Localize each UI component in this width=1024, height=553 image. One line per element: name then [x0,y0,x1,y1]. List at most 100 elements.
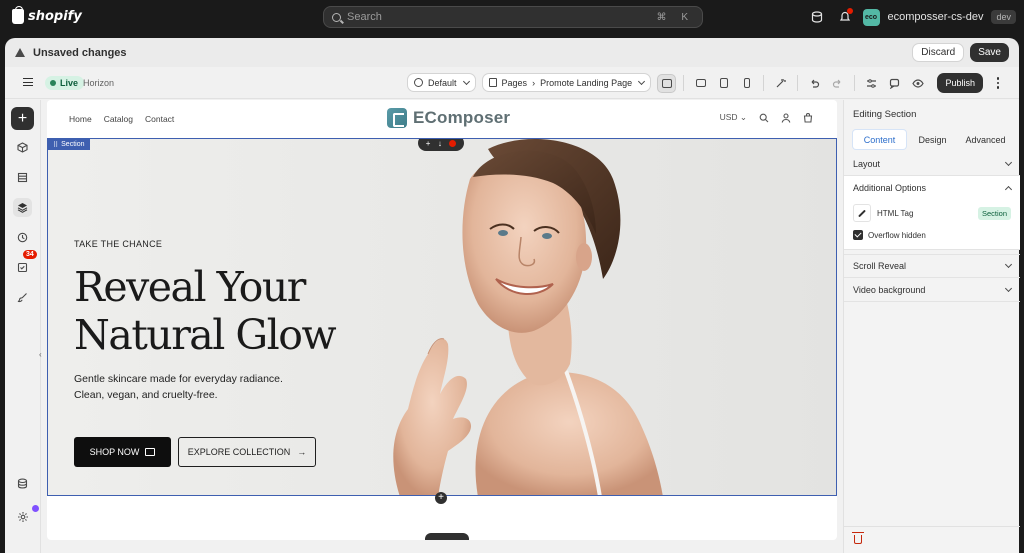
eye-icon [912,78,924,88]
html-tag-label: HTML Tag [877,208,914,218]
tab-design[interactable]: Design [906,130,959,149]
tablet-view-button[interactable] [714,74,733,93]
toolbar-divider [683,75,685,91]
wand-icon [777,78,787,87]
section-label-badge[interactable]: ⠿ Section [48,139,90,150]
page-name: Promote Landing Page [540,77,633,88]
unsaved-changes-bar: Unsaved changes Discard Save [5,38,1019,67]
save-button[interactable]: Save [970,43,1009,62]
html-tag-value[interactable]: Section [977,206,1011,220]
move-down-icon[interactable]: ↓ [438,139,442,148]
overflow-hidden-checkbox[interactable] [853,230,863,240]
hero-model-image [393,139,663,495]
page-select[interactable]: Pages › Promote Landing Page [481,73,652,92]
accordion-scroll-reveal[interactable]: Scroll Reveal [844,254,1020,278]
hero-section[interactable]: ⠿ Section + ↓ TAKE THE CHANCE Reveal You… [47,138,837,496]
layers-button[interactable] [13,198,32,217]
trash-icon[interactable] [852,532,864,544]
comments-button[interactable] [885,74,904,93]
settings-sliders-button[interactable] [862,74,881,93]
sliders-icon [867,78,877,88]
desktop-icon [695,79,706,87]
hero-headline: Reveal Your Natural Glow [74,263,337,359]
page-canvas[interactable]: Home Catalog Contact EComposer USD ⌄ ⠿ S… [47,100,837,540]
explore-collection-button[interactable]: EXPLORE COLLECTION → [178,437,316,467]
desktop-view-button[interactable] [691,74,710,93]
menu-icon[interactable] [23,78,33,86]
add-above-icon[interactable]: + [426,139,431,148]
store-avatar[interactable]: eco [862,8,880,26]
left-rail: + 34 ‹ [5,100,42,553]
search-icon[interactable] [759,113,769,123]
publish-button[interactable]: Publish [937,73,983,93]
shop-now-button[interactable]: SHOP NOW [74,437,171,467]
tab-content[interactable]: Content [853,130,906,149]
headline-line-2: Natural Glow [74,311,337,359]
shopify-topbar: shopify Search ⌘ K eco ecomposser-cs-dev… [0,0,1024,34]
bell-icon[interactable] [835,7,855,27]
shopify-wordmark: shopify [28,9,82,24]
history-button[interactable] [13,228,32,247]
tab-advanced[interactable]: Advanced [959,130,1012,149]
toolbar-center: Default Pages › Promote Landing Page [407,73,652,92]
global-search[interactable]: Search ⌘ K [323,6,703,28]
elements-button[interactable] [13,138,32,157]
locale-select[interactable]: Default [407,73,476,92]
settings-panel: Editing Section Content Design Advanced … [843,100,1020,553]
shopify-logo[interactable]: shopify [12,6,82,24]
store-stack-icon[interactable] [807,7,827,27]
accordion-additional-options-label: Additional Options [853,183,927,193]
shop-now-label: SHOP NOW [89,447,140,457]
chevron-down-icon [1004,284,1013,292]
headline-line-1: Reveal Your [74,263,306,311]
storage-button[interactable] [13,474,32,493]
tasks-button[interactable] [13,258,32,277]
shopify-bag-icon [12,6,24,24]
add-element-button[interactable]: + [11,107,34,130]
magic-tools-button[interactable] [771,74,790,93]
live-status-label: Live [60,78,79,88]
more-options-icon[interactable] [991,77,1005,89]
add-section-button[interactable]: + [435,492,447,504]
nav-link-contact[interactable]: Contact [145,114,174,124]
search-placeholder: Search [347,11,382,23]
site-header: Home Catalog Contact EComposer USD ⌄ [47,100,837,138]
accordion-additional-options[interactable]: Additional Options [844,176,1020,200]
mobile-view-button[interactable] [737,74,756,93]
nav-link-home[interactable]: Home [69,114,92,124]
toolbar-divider [797,75,799,91]
globe-icon [414,78,423,87]
pages-label: Pages [501,77,528,88]
settings-button[interactable] [13,507,32,526]
store-name[interactable]: ecomposser-cs-dev [888,11,984,23]
accordion-video-background-label: Video background [853,284,926,295]
search-shortcut: ⌘ K [656,11,694,23]
warning-icon [15,48,25,57]
redo-button[interactable] [828,74,847,93]
editor-toolbar: Live Horizon Default Pages › Promote Lan… [5,67,1019,99]
section-tag-label: Section [61,141,85,148]
sections-button[interactable] [13,168,32,187]
site-logo[interactable]: EComposer [387,108,510,128]
live-status-badge: Live [45,76,85,90]
design-button[interactable] [13,288,32,307]
bottom-drawer-toggle[interactable] [425,533,469,540]
pencil-icon [853,204,871,222]
explore-collection-label: EXPLORE COLLECTION [187,447,291,457]
account-icon[interactable] [781,112,791,123]
collapse-rail-icon[interactable]: ‹ [39,350,42,359]
currency-select[interactable]: USD ⌄ [720,112,747,123]
layers-toggle-button[interactable] [657,73,677,93]
html-tag-row[interactable]: HTML Tag Section [853,204,1011,222]
cart-icon[interactable] [803,112,813,123]
notification-dot [846,8,853,14]
preview-button[interactable] [908,74,927,93]
panel-title: Editing Section [853,109,917,120]
discard-button[interactable]: Discard [912,43,965,62]
accordion-video-background[interactable]: Video background [844,278,1020,302]
nav-link-catalog[interactable]: Catalog [104,114,133,124]
delete-section-icon[interactable] [449,139,457,147]
undo-button[interactable] [805,74,824,93]
accordion-layout[interactable]: Layout [844,152,1020,176]
subtext-line-1: Gentle skincare made for everyday radian… [74,373,283,385]
